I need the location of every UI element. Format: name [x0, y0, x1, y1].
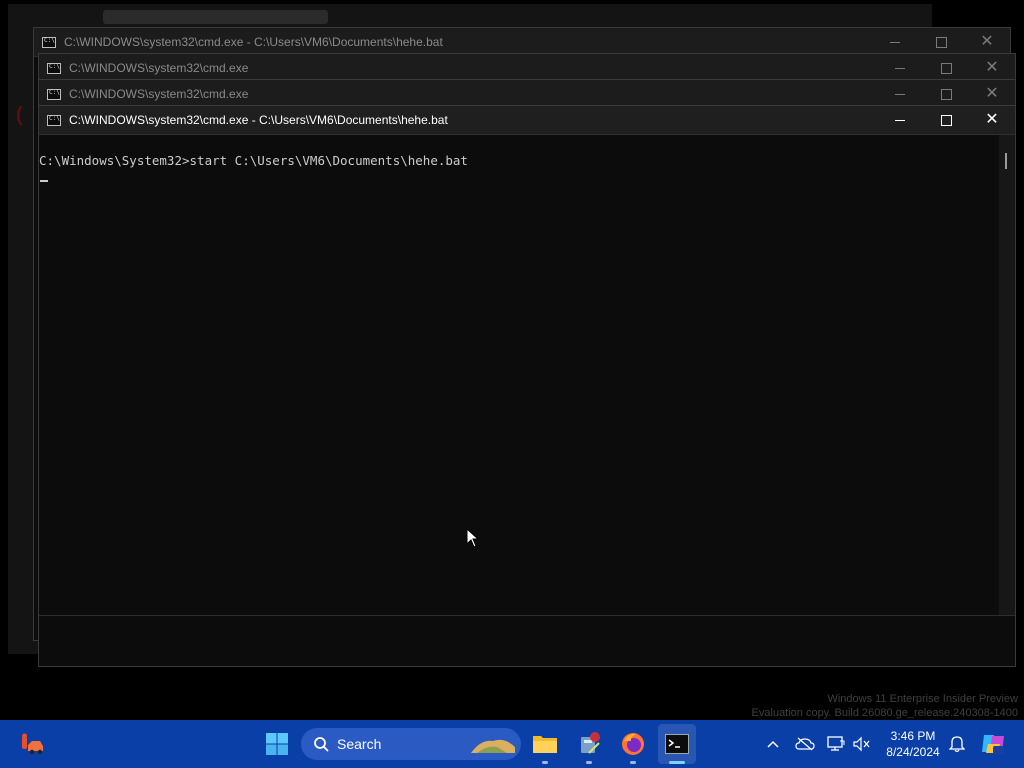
maximize-icon	[940, 88, 952, 100]
taskbar: Search 3:46 PM 8/24/2024	[0, 720, 1024, 768]
active-indicator	[669, 761, 685, 764]
copilot-icon	[982, 735, 1004, 754]
app-icon	[581, 732, 600, 754]
maximize-button[interactable]	[923, 54, 969, 82]
cmd-icon	[47, 88, 61, 100]
close-icon: ✕	[985, 85, 999, 102]
search-label: Search	[337, 736, 382, 752]
maximize-icon	[935, 36, 947, 48]
widgets-icon	[22, 733, 43, 755]
maximize-icon	[940, 114, 952, 126]
file-explorer-button[interactable]	[527, 720, 563, 768]
monitor-icon	[827, 736, 845, 751]
terminal-button[interactable]	[658, 724, 696, 764]
minimize-button[interactable]	[877, 106, 923, 134]
title-bar[interactable]: C:\WINDOWS\system32\cmd.exe - C:\Users\V…	[39, 106, 1015, 135]
window-title: C:\WINDOWS\system32\cmd.exe	[69, 61, 249, 75]
window-bottom-area	[39, 615, 1015, 642]
mouse-cursor-icon	[466, 528, 480, 548]
close-icon: ✕	[985, 111, 999, 128]
cmd-icon	[47, 62, 61, 74]
search-highlight-icon	[471, 739, 515, 753]
watermark-line-2: Evaluation copy. Build 26080.ge_release.…	[751, 707, 1018, 719]
minimize-icon	[895, 67, 905, 69]
app-button[interactable]	[571, 720, 607, 768]
start-button[interactable]	[258, 720, 296, 768]
console-output[interactable]: C:\Windows\System32>start C:\Users\VM6\D…	[39, 135, 1001, 615]
window-title: C:\WINDOWS\system32\cmd.exe - C:\Users\V…	[69, 113, 448, 127]
maximize-button[interactable]	[923, 80, 969, 108]
cmd-icon	[42, 36, 56, 48]
chevron-up-icon	[767, 740, 779, 748]
minimize-button[interactable]	[877, 80, 923, 108]
watermark-line-1: Windows 11 Enterprise Insider Preview	[827, 693, 1018, 705]
background-window-bar	[103, 10, 328, 24]
cmd-window-active[interactable]: C:\WINDOWS\system32\cmd.exe - C:\Users\V…	[38, 105, 1016, 667]
network-button[interactable]	[824, 720, 848, 768]
search-box[interactable]: Search	[301, 728, 521, 760]
onedrive-button[interactable]	[792, 720, 818, 768]
close-button[interactable]: ✕	[969, 54, 1015, 82]
file-explorer-icon	[533, 736, 557, 753]
volume-muted-icon	[853, 736, 870, 752]
cloud-offline-icon	[795, 737, 815, 751]
clock[interactable]: 3:46 PM 8/24/2024	[878, 728, 948, 760]
close-button[interactable]: ✕	[969, 106, 1015, 134]
command-line: C:\Windows\System32>start C:\Users\VM6\D…	[39, 153, 468, 168]
close-icon: ✕	[980, 33, 994, 50]
minimize-button[interactable]	[877, 54, 923, 82]
window-title: C:\WINDOWS\system32\cmd.exe - C:\Users\V…	[64, 35, 443, 49]
notifications-button[interactable]	[946, 720, 968, 768]
terminal-icon	[665, 734, 689, 754]
background-app-icon: (	[16, 104, 23, 126]
minimize-icon	[895, 93, 905, 95]
close-button[interactable]: ✕	[969, 80, 1015, 108]
minimize-icon	[895, 119, 905, 121]
clock-time: 3:46 PM	[890, 729, 936, 743]
cmd-icon	[47, 114, 61, 126]
running-indicator	[586, 761, 592, 764]
bell-icon	[949, 736, 965, 753]
volume-button[interactable]	[850, 720, 874, 768]
maximize-button[interactable]	[918, 28, 964, 56]
close-button[interactable]: ✕	[964, 28, 1010, 56]
maximize-button[interactable]	[923, 106, 969, 134]
window-title: C:\WINDOWS\system32\cmd.exe	[69, 87, 249, 101]
running-indicator	[542, 761, 548, 764]
clock-date: 8/24/2024	[886, 745, 940, 759]
firefox-button[interactable]	[615, 720, 651, 768]
minimize-button[interactable]	[872, 28, 918, 56]
widgets-button[interactable]	[14, 720, 50, 768]
start-icon	[266, 733, 288, 755]
search-icon	[314, 737, 329, 752]
running-indicator	[630, 761, 636, 764]
maximize-icon	[940, 62, 952, 74]
close-icon: ✕	[985, 59, 999, 76]
text-cursor	[40, 180, 48, 182]
vertical-scrollbar[interactable]	[999, 135, 1015, 615]
minimize-icon	[890, 41, 900, 43]
firefox-icon	[622, 733, 644, 755]
copilot-button[interactable]	[978, 720, 1008, 768]
show-hidden-icons-button[interactable]	[762, 720, 784, 768]
evaluation-watermark: Windows 11 Enterprise Insider Preview Ev…	[752, 692, 1018, 720]
scroll-thumb[interactable]	[1005, 153, 1007, 169]
